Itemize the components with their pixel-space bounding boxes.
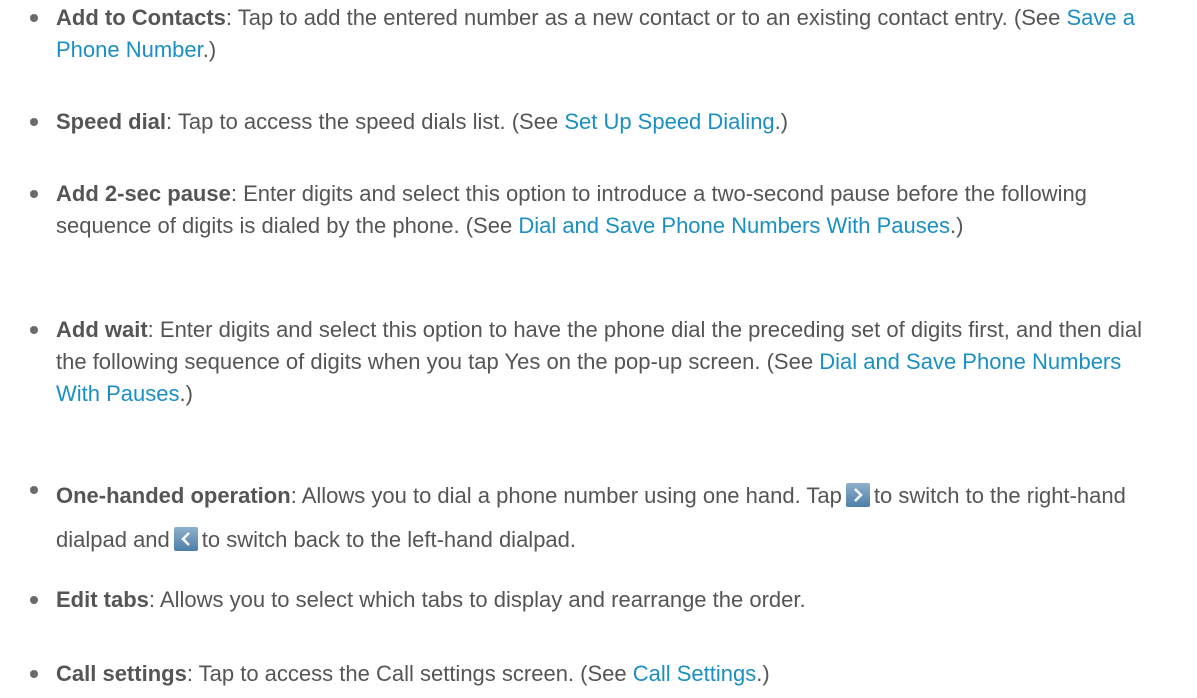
item-tail: .) (774, 109, 789, 134)
bullet (30, 190, 38, 198)
link-call-settings[interactable]: Call Settings (633, 661, 757, 686)
item-term: Add 2-sec pause (56, 181, 231, 206)
chevron-right-icon (845, 483, 870, 507)
item-term: Call settings (56, 661, 187, 686)
bullet (30, 486, 38, 494)
link-set-up-speed-dialing[interactable]: Set Up Speed Dialing (564, 109, 774, 134)
item-description: : Tap to add the entered number as a new… (225, 5, 1067, 30)
item-term: Speed dial (56, 109, 167, 134)
item-tail: .) (179, 381, 193, 406)
item-text: One-handed operation: Allows you to dial… (56, 474, 1166, 562)
item-description: : Tap to access the Call settings screen… (186, 661, 633, 686)
item-description: : Tap to access the speed dials list. (S… (166, 109, 565, 134)
bullet (30, 14, 38, 22)
bullet (30, 670, 38, 678)
item-term: Edit tabs (56, 587, 149, 612)
item-tail: .) (756, 661, 770, 686)
item-tail: .) (949, 213, 964, 238)
bullet (30, 596, 38, 604)
item-text: Add wait: Enter digits and select this o… (56, 314, 1166, 410)
item-text: Add 2-sec pause: Enter digits and select… (56, 178, 1166, 242)
chevron-left-icon (173, 527, 198, 551)
item-term: Add to Contacts (56, 5, 226, 30)
item-term: One-handed operation (56, 483, 291, 508)
item-text: Add to Contacts: Tap to add the entered … (56, 2, 1166, 66)
document-page: Add to Contacts: Tap to add the entered … (0, 0, 1197, 698)
bullet (30, 326, 38, 334)
item-text: Edit tabs: Allows you to select which ta… (56, 584, 1166, 616)
item-description: : Allows you to dial a phone number usin… (290, 483, 842, 508)
item-description-end: to switch back to the left-hand dialpad. (201, 527, 577, 552)
bullet (30, 118, 38, 126)
item-text: Speed dial: Tap to access the speed dial… (56, 106, 1166, 138)
item-tail: .) (202, 37, 217, 62)
item-term: Add wait (56, 317, 148, 342)
link-dial-and-save-with-pauses[interactable]: Dial and Save Phone Numbers With Pauses (518, 213, 950, 238)
item-text: Call settings: Tap to access the Call se… (56, 658, 1166, 690)
item-description: : Allows you to select which tabs to dis… (148, 587, 806, 612)
